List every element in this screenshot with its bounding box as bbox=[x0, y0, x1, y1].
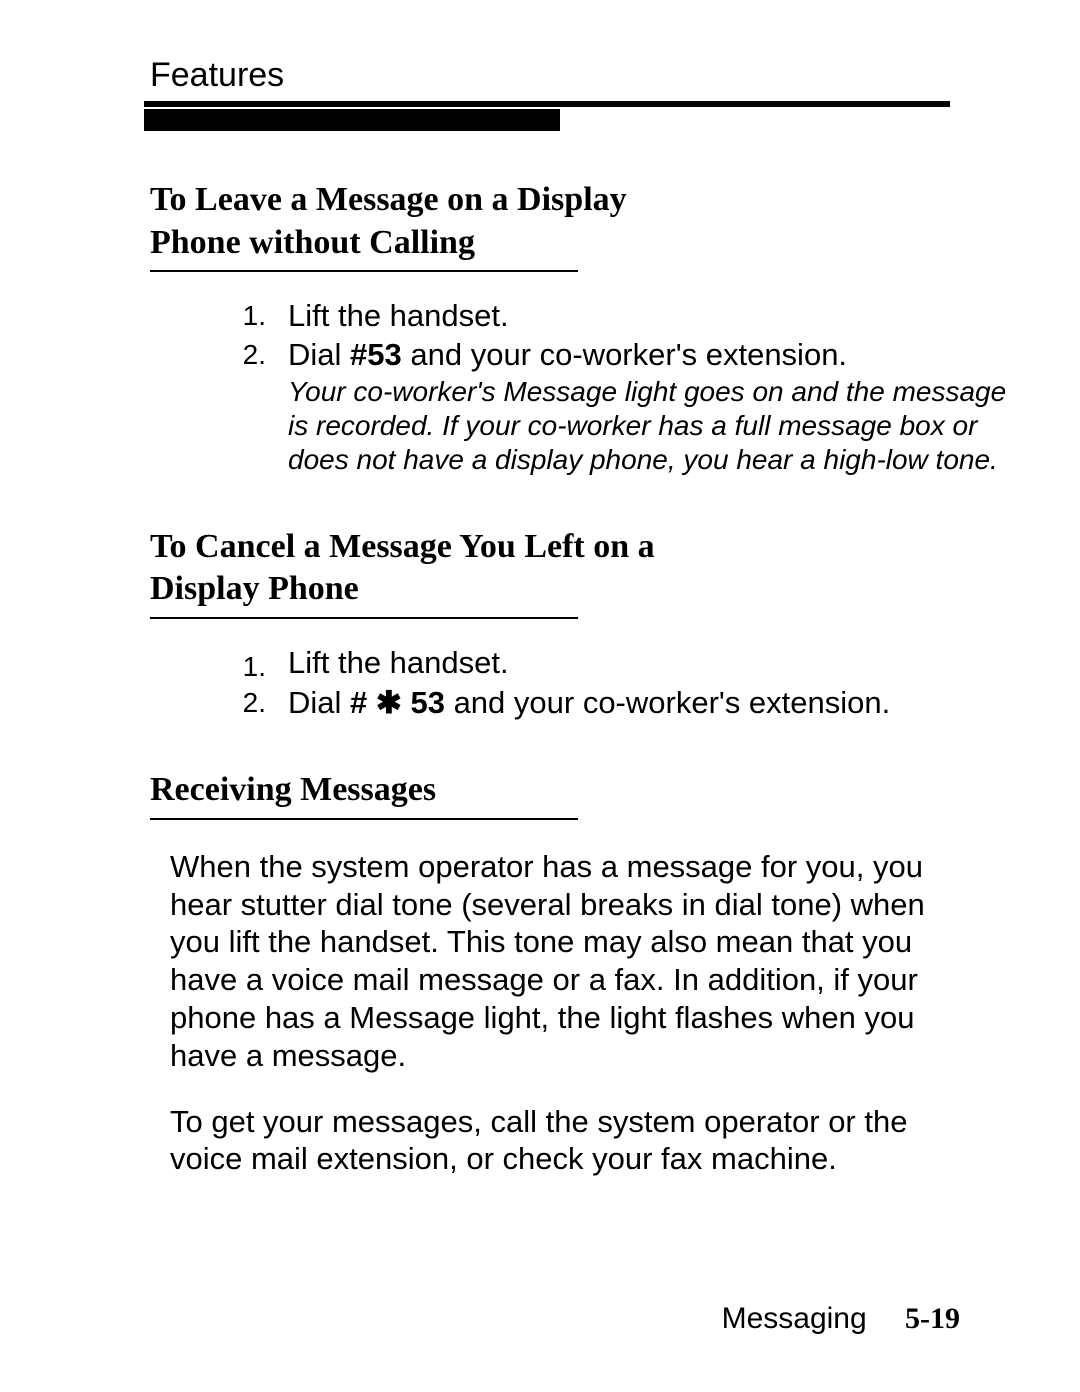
ordered-list: 1. Lift the handset. 2. Dial # ✱ 53 and … bbox=[220, 645, 1020, 722]
title-line: Phone without Calling bbox=[150, 224, 475, 261]
list-item: 2. Dial #53 and your co-worker's extensi… bbox=[220, 337, 1020, 478]
title-line: Receiving Messages bbox=[150, 771, 436, 808]
list-number: 1. bbox=[220, 298, 288, 332]
bold-code: # ✱ 53 bbox=[350, 685, 445, 720]
text-run: Dial bbox=[288, 337, 350, 372]
paragraph: To get your messages, call the system op… bbox=[170, 1103, 960, 1179]
list-item: 2. Dial # ✱ 53 and your co-worker's exte… bbox=[220, 685, 1020, 722]
section-leave-message: To Leave a Message on a Display Phone wi… bbox=[150, 179, 1020, 478]
section-rule bbox=[150, 617, 578, 619]
section-receiving-messages: Receiving Messages When the system opera… bbox=[150, 769, 1020, 1178]
footer-label: Messaging bbox=[722, 1302, 867, 1335]
page-header: Features bbox=[150, 56, 1020, 95]
paragraph-group: When the system operator has a message f… bbox=[170, 848, 960, 1179]
title-line: Display Phone bbox=[150, 570, 359, 607]
page-number: 5-19 bbox=[905, 1302, 960, 1335]
text-run: Dial bbox=[288, 685, 350, 720]
list-body: Lift the handset. bbox=[288, 298, 509, 335]
section-title: To Cancel a Message You Left on a Displa… bbox=[150, 526, 1020, 611]
header-rule bbox=[144, 101, 950, 107]
section-rule bbox=[150, 818, 578, 820]
text-run: and your co-worker's extension. bbox=[445, 685, 890, 720]
header-black-bar bbox=[144, 109, 560, 131]
note-text: Your co-worker's Message light goes on a… bbox=[288, 375, 1008, 477]
section-rule bbox=[150, 270, 578, 272]
section-title: To Leave a Message on a Display Phone wi… bbox=[150, 179, 1020, 264]
list-item: 1. Lift the handset. bbox=[220, 298, 1020, 335]
page: Features To Leave a Message on a Display… bbox=[0, 0, 1080, 1392]
section-title: Receiving Messages bbox=[150, 769, 1020, 812]
list-number: 2. bbox=[220, 685, 288, 719]
list-body: Dial #53 and your co-worker's extension.… bbox=[288, 337, 1008, 478]
list-body: Lift the handset. bbox=[288, 645, 509, 682]
paragraph: When the system operator has a message f… bbox=[170, 848, 960, 1075]
text-run: and your co-worker's extension. bbox=[402, 337, 847, 372]
title-line: To Leave a Message on a Display bbox=[150, 181, 627, 218]
list-body: Dial # ✱ 53 and your co-worker's extensi… bbox=[288, 685, 890, 722]
ordered-list: 1. Lift the handset. 2. Dial #53 and you… bbox=[220, 298, 1020, 478]
page-footer: Messaging 5-19 bbox=[722, 1302, 960, 1336]
list-item: 1. Lift the handset. bbox=[220, 645, 1020, 683]
section-cancel-message: To Cancel a Message You Left on a Displa… bbox=[150, 526, 1020, 722]
title-line: To Cancel a Message You Left on a bbox=[150, 528, 655, 565]
bold-code: #53 bbox=[350, 337, 402, 372]
list-number: 1. bbox=[220, 645, 288, 683]
list-number: 2. bbox=[220, 337, 288, 371]
